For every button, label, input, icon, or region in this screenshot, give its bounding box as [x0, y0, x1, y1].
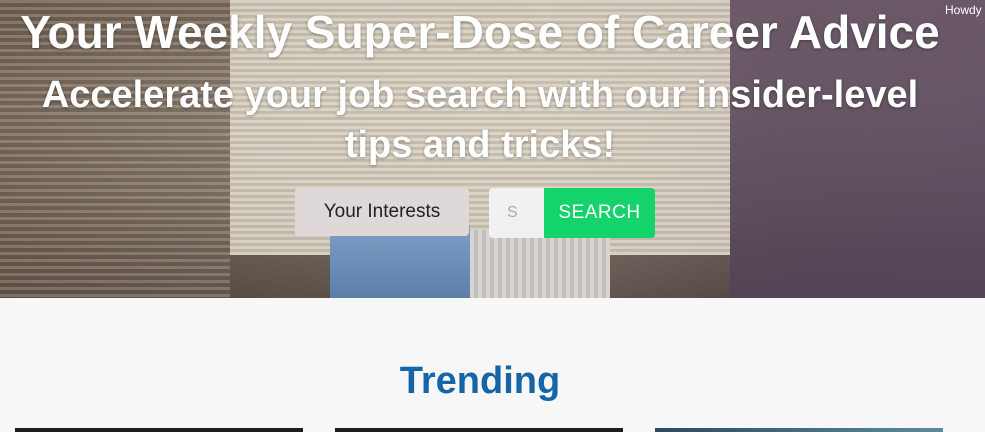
trending-card-1[interactable]: [15, 428, 303, 432]
trending-heading: Trending: [399, 360, 561, 402]
hero-banner: Howdy Your Weekly Super-Dose of Career A…: [0, 0, 985, 298]
trending-card-2[interactable]: [335, 428, 623, 432]
search-button[interactable]: SEARCH: [544, 188, 655, 238]
search-form: SEARCH: [489, 188, 655, 238]
hero-subtitle-line-2: tips and tricks!: [344, 124, 616, 166]
your-interests-button[interactable]: Your Interests: [295, 188, 469, 236]
hero-title: Your Weekly Super-Dose of Career Advice: [20, 6, 940, 58]
hero-image-sweater: [470, 230, 610, 298]
trending-card-3[interactable]: [655, 428, 943, 432]
hero-subtitle-line-1: Accelerate your job search with our insi…: [41, 74, 919, 116]
hero-subtitle: Accelerate your job search with our insi…: [0, 70, 960, 170]
search-input[interactable]: [489, 188, 544, 238]
